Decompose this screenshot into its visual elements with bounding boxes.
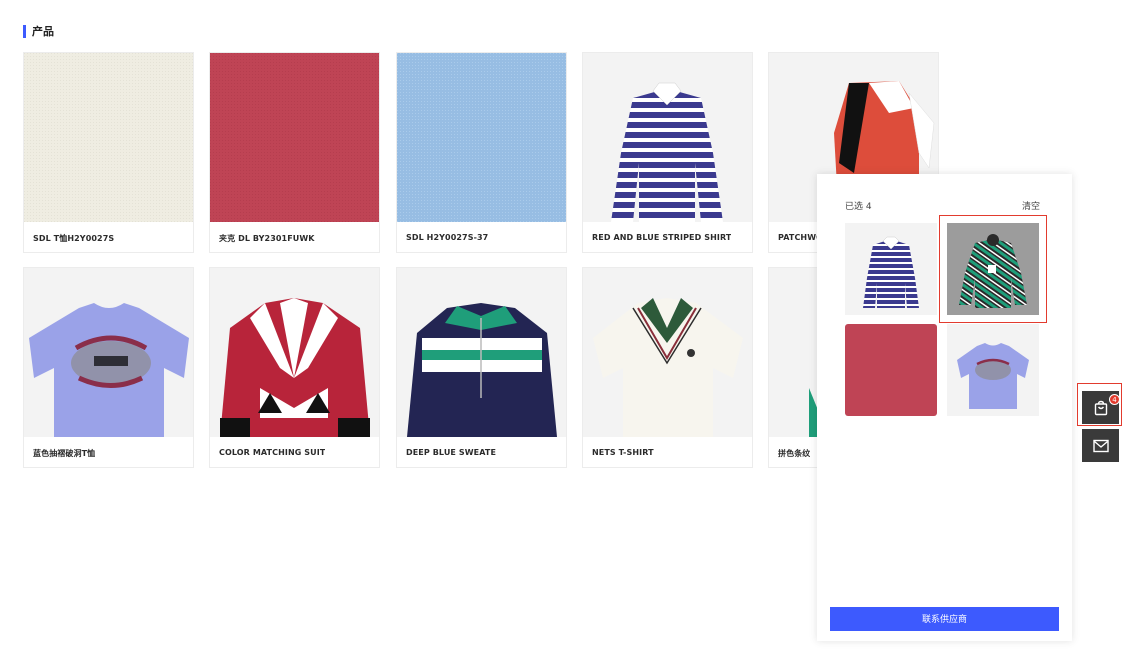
product-card[interactable]: RED AND BLUE STRIPED SHIRT <box>582 52 753 253</box>
product-card[interactable]: SDL H2Y0027S-37 <box>396 52 567 253</box>
selected-count: 已选 4 <box>845 202 872 212</box>
product-image <box>210 268 379 437</box>
product-label: SDL H2Y0027S-37 <box>406 233 489 242</box>
product-card[interactable]: COLOR MATCHING SUIT <box>209 267 380 468</box>
product-image <box>583 268 752 437</box>
product-card[interactable]: 蓝色抽褶破洞T恤 <box>23 267 194 468</box>
mail-button[interactable] <box>1082 429 1119 462</box>
product-label: NETS T-SHIRT <box>592 448 654 457</box>
product-label: COLOR MATCHING SUIT <box>219 448 326 457</box>
product-image <box>24 53 193 222</box>
product-label: SDL T恤H2Y0027S <box>33 234 115 243</box>
section-accent-bar <box>23 24 26 38</box>
product-card[interactable]: NETS T-SHIRT <box>582 267 753 468</box>
product-label: 夹克 DL BY2301FUWK <box>219 234 315 243</box>
selected-item[interactable] <box>947 324 1039 416</box>
product-label: 蓝色抽褶破洞T恤 <box>33 449 96 458</box>
product-card[interactable]: SDL T恤H2Y0027S <box>23 52 194 253</box>
shopping-bag-icon <box>1094 400 1107 415</box>
delete-icon[interactable] <box>988 265 996 273</box>
product-image <box>397 53 566 222</box>
product-label: DEEP BLUE SWEATE <box>406 448 497 457</box>
product-label: 拼色条纹 <box>778 449 811 458</box>
product-image <box>210 53 379 222</box>
product-label: RED AND BLUE STRIPED SHIRT <box>592 233 732 242</box>
selection-panel: 已选 4 清空 联系供应商 <box>817 174 1072 641</box>
selected-item[interactable] <box>845 223 937 315</box>
contact-supplier-button[interactable]: 联系供应商 <box>830 607 1059 631</box>
clear-button[interactable]: 清空 <box>1022 199 1040 212</box>
selected-item-highlighted[interactable] <box>939 215 1047 323</box>
selected-item[interactable] <box>845 324 937 416</box>
product-image <box>397 268 566 437</box>
mail-icon <box>1092 439 1109 452</box>
product-card[interactable]: 夹克 DL BY2301FUWK <box>209 52 380 253</box>
product-image <box>583 53 752 222</box>
product-card[interactable]: DEEP BLUE SWEATE <box>396 267 567 468</box>
cart-count-badge: 4 <box>1109 394 1120 405</box>
section-header: 产品 <box>23 24 54 38</box>
section-title: 产品 <box>32 25 54 38</box>
product-image <box>24 268 193 437</box>
